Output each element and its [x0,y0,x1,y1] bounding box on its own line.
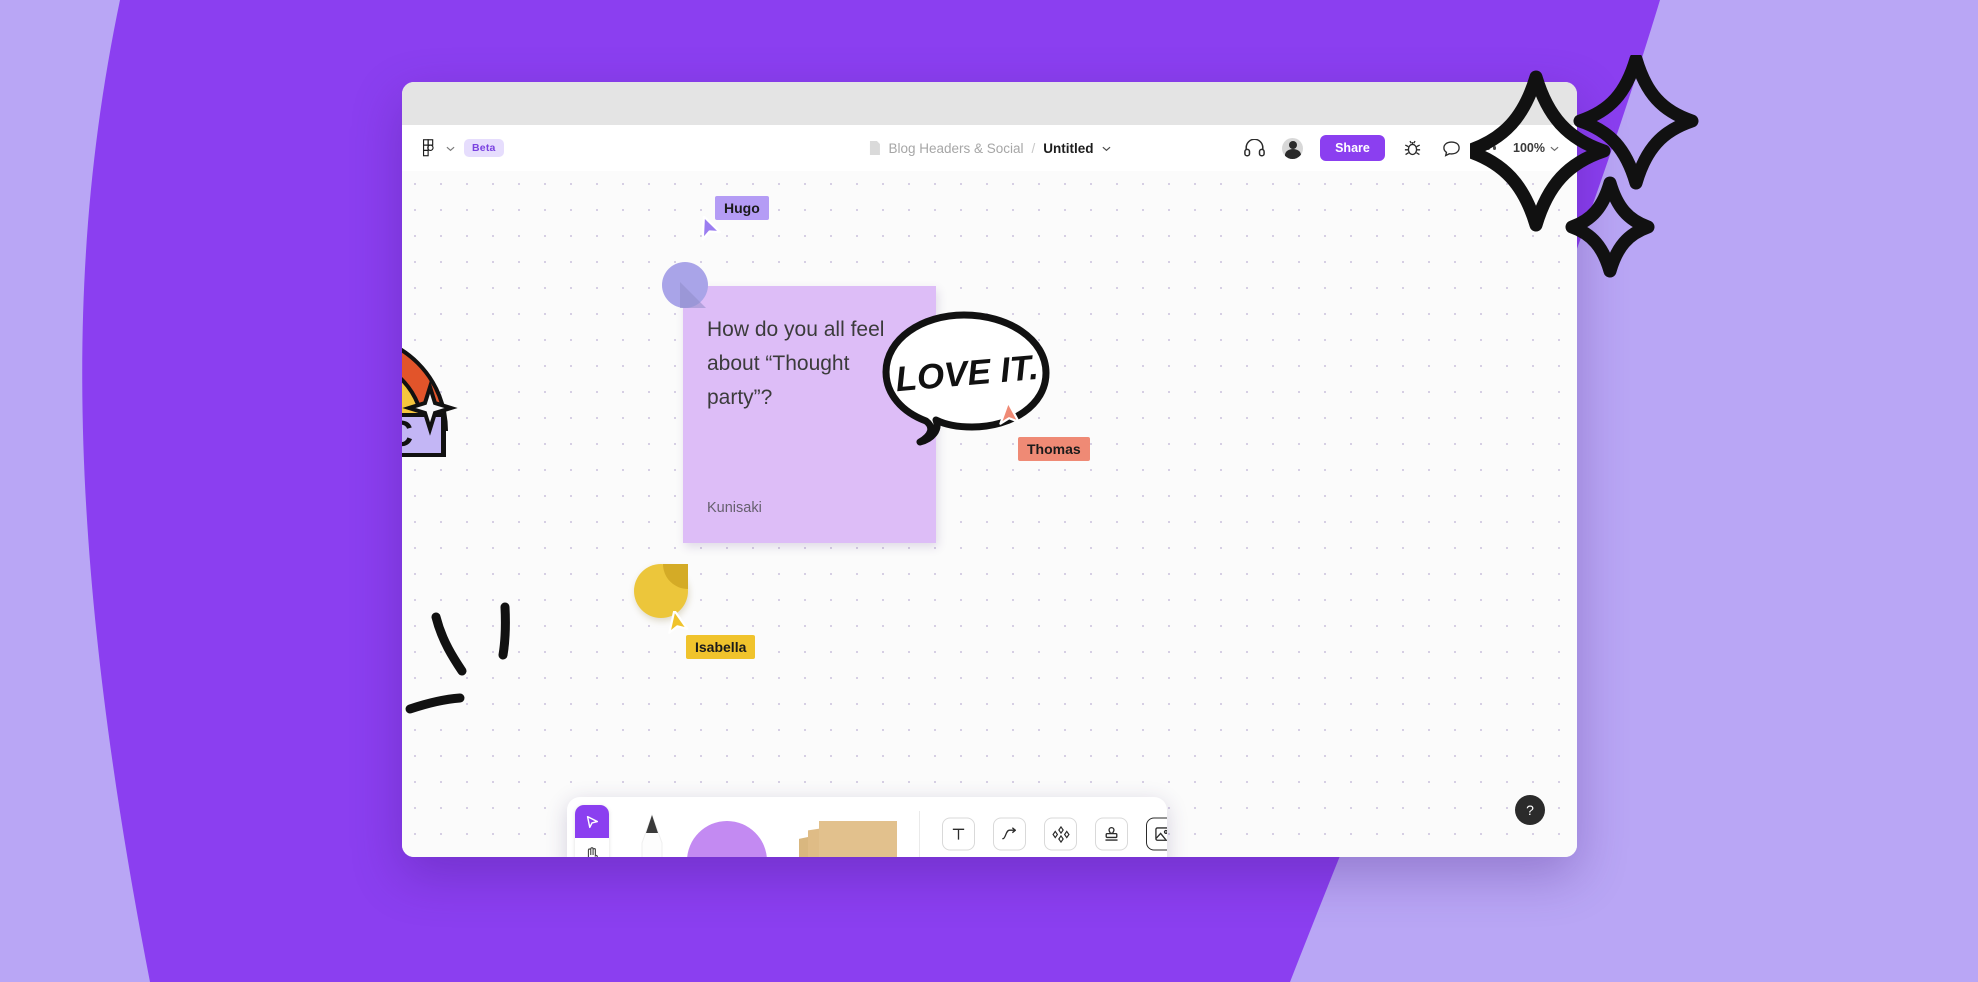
breadcrumb-chevron-down-icon[interactable] [1102,144,1111,153]
header-left-group: Beta [420,138,504,158]
magic-rainbow-sticker[interactable]: MAGIC [402,301,484,461]
share-button[interactable]: Share [1320,135,1385,161]
whiteboard-canvas[interactable]: Hugo How do you all feel about “Thought … [402,171,1577,857]
hand-icon [587,847,598,857]
text-tool[interactable] [942,817,975,851]
breadcrumb-file-name[interactable]: Untitled [1043,141,1093,156]
breadcrumb-separator: / [1031,140,1036,156]
diamond-grid-icon [1051,825,1070,843]
name-tag-hugo: Hugo [715,196,769,220]
brush-marks-drawing[interactable] [402,591,532,726]
cursor-hugo [701,216,721,241]
text-t-icon [952,828,965,840]
name-tag-thomas: Thomas [1018,437,1090,461]
stamp-tool[interactable] [1095,817,1128,851]
headphones-icon[interactable] [1243,137,1265,159]
chevron-down-icon[interactable] [446,144,455,153]
comment-bubble-icon[interactable] [1441,137,1463,159]
sparkle-large-left [1470,70,1611,232]
select-cursor-tool[interactable] [575,805,609,838]
bottom-toolbar [567,797,1167,857]
sticky-note-tool[interactable] [799,819,899,857]
pen-tool[interactable] [635,813,669,857]
breadcrumb: Blog Headers & Social / Untitled [868,140,1111,156]
shapes-library-tool[interactable] [1044,817,1077,851]
image-tool[interactable] [1146,817,1167,851]
window-title-bar [402,82,1577,125]
speech-bubble-love-it[interactable]: LOVE IT. [880,309,1055,457]
breadcrumb-project[interactable]: Blog Headers & Social [888,141,1023,156]
image-icon [1154,827,1167,841]
app-header: Beta Blog Headers & Social / Untitled Sh… [402,125,1577,171]
cursor-arrow-icon [586,815,599,828]
help-label: ? [1526,802,1534,818]
select-tool-group [575,805,609,857]
sparkle-decorations [1470,55,1699,278]
file-icon [868,141,880,155]
user-avatar[interactable] [1282,137,1304,159]
stamp-icon [1105,826,1118,841]
toolbar-divider [919,811,920,857]
cursor-thomas [999,403,1020,425]
sticky-note-corner-badge [662,262,708,308]
toolbar-icon-group [942,817,1167,851]
magic-label: MAGIC [402,413,413,454]
connector-arrow-icon [1002,827,1017,840]
app-window: Beta Blog Headers & Social / Untitled Sh… [402,82,1577,857]
shape-tool[interactable] [687,821,767,857]
figma-logo-icon[interactable] [420,138,437,158]
sticky-note-author: Kunisaki [707,500,762,516]
name-tag-isabella: Isabella [686,635,756,659]
hand-pan-tool[interactable] [575,838,609,857]
help-button[interactable]: ? [1515,795,1545,825]
connector-tool[interactable] [993,817,1026,851]
sparkle-large-right [1573,55,1699,190]
sparkle-small [1565,176,1655,278]
yellow-circle-sticker[interactable] [634,564,688,618]
bug-icon[interactable] [1402,137,1424,159]
beta-badge: Beta [464,139,504,157]
